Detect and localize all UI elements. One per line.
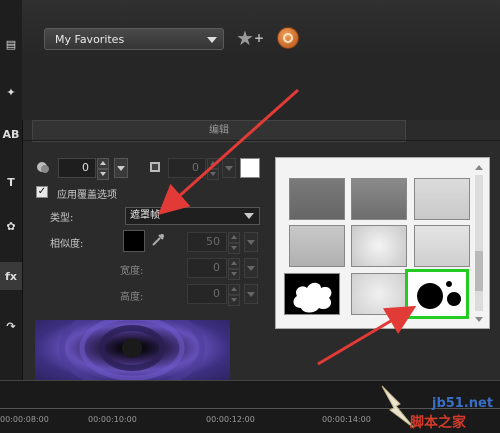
star-add-icon[interactable]: ★ + — [236, 26, 264, 50]
timeline-ruler-line — [0, 408, 500, 409]
mask-thumb-gray-frame-1[interactable] — [289, 178, 345, 220]
shadow-icon — [148, 160, 162, 174]
border-color-dropdown[interactable] — [114, 158, 128, 178]
border-width-stepper[interactable] — [97, 158, 109, 180]
mask-thumb-gray-frame-2[interactable] — [351, 178, 407, 220]
width-field[interactable]: 0 — [187, 258, 227, 278]
width-label: 宽度: — [120, 266, 144, 277]
mask-thumb-black-circles[interactable] — [405, 269, 469, 319]
key-color-swatch[interactable] — [123, 230, 145, 252]
chevron-down-icon — [207, 37, 217, 43]
title-ab-icon[interactable]: AB — [0, 120, 22, 148]
mask-thumb-light-frame-1[interactable] — [414, 178, 470, 220]
film-icon[interactable]: ▤ — [0, 30, 22, 58]
watermark-domain: jb51.net — [432, 396, 494, 411]
timeline-tick: 00:00:12:00 — [206, 415, 255, 424]
mask-thumb-white-splash[interactable] — [284, 273, 340, 315]
color-swatch[interactable] — [240, 158, 260, 178]
shadow-stepper[interactable] — [207, 158, 219, 180]
gear-badge-icon[interactable] — [277, 27, 299, 49]
video-preview — [35, 320, 230, 382]
similarity-field[interactable]: 50 — [187, 232, 227, 252]
mask-thumb-texture-frame-2[interactable] — [351, 273, 407, 315]
border-icon — [36, 160, 50, 174]
favorites-select[interactable]: My Favorites — [44, 28, 224, 50]
path-icon[interactable]: ↷ — [0, 312, 22, 340]
apply-overlay-checkbox[interactable]: ✓ — [36, 186, 48, 198]
mask-thumb-texture-frame-1[interactable] — [351, 225, 407, 267]
border-width-field[interactable]: 0 — [58, 158, 96, 178]
tab-edit[interactable]: 编辑 — [32, 120, 406, 142]
tool-strip: ▤ ✦ AB T ✿ fx ↷ — [0, 0, 23, 380]
text-t-icon[interactable]: T — [0, 168, 22, 196]
scroll-up-icon[interactable] — [475, 165, 483, 170]
similarity-label: 相似度: — [50, 239, 84, 250]
mask-thumb-light-frame-2[interactable] — [414, 225, 470, 267]
panel-header-band — [22, 58, 500, 120]
similarity-dropdown[interactable] — [244, 232, 258, 252]
height-dropdown[interactable] — [244, 284, 258, 304]
magic-wand-icon[interactable]: ✦ — [0, 78, 22, 106]
shadow-dropdown[interactable] — [222, 158, 236, 178]
height-label: 高度: — [120, 292, 144, 303]
width-stepper[interactable] — [228, 258, 240, 280]
mask-thumb-gray-frame-3[interactable] — [289, 225, 345, 267]
shadow-field[interactable]: 0 — [168, 158, 206, 178]
divider — [22, 140, 500, 141]
height-field[interactable]: 0 — [187, 284, 227, 304]
timeline-tick: 00:00:14:00 — [322, 415, 371, 424]
timeline-tick: 00:00:08:00 — [0, 415, 49, 424]
favorites-select-label: My Favorites — [55, 33, 125, 46]
type-select[interactable]: 遮罩帧 — [125, 207, 260, 225]
type-label: 类型: — [50, 213, 74, 224]
scroll-thumb[interactable] — [475, 251, 483, 291]
scroll-down-icon[interactable] — [475, 317, 483, 322]
eyedropper-icon[interactable] — [150, 232, 166, 248]
height-stepper[interactable] — [228, 284, 240, 306]
apply-overlay-label: 应用覆盖选项 — [57, 190, 117, 201]
similarity-stepper[interactable] — [228, 232, 240, 254]
tab-edit-label: 编辑 — [209, 125, 229, 136]
fx-icon[interactable]: fx — [0, 262, 22, 290]
watermark-text: 脚本之家 — [410, 415, 466, 431]
type-select-value: 遮罩帧 — [130, 210, 160, 221]
timeline-tick: 00:00:10:00 — [88, 415, 137, 424]
chevron-down-icon — [244, 213, 254, 219]
flower-icon[interactable]: ✿ — [0, 212, 22, 240]
width-dropdown[interactable] — [244, 258, 258, 278]
gallery-scrollbar[interactable] — [472, 161, 486, 325]
